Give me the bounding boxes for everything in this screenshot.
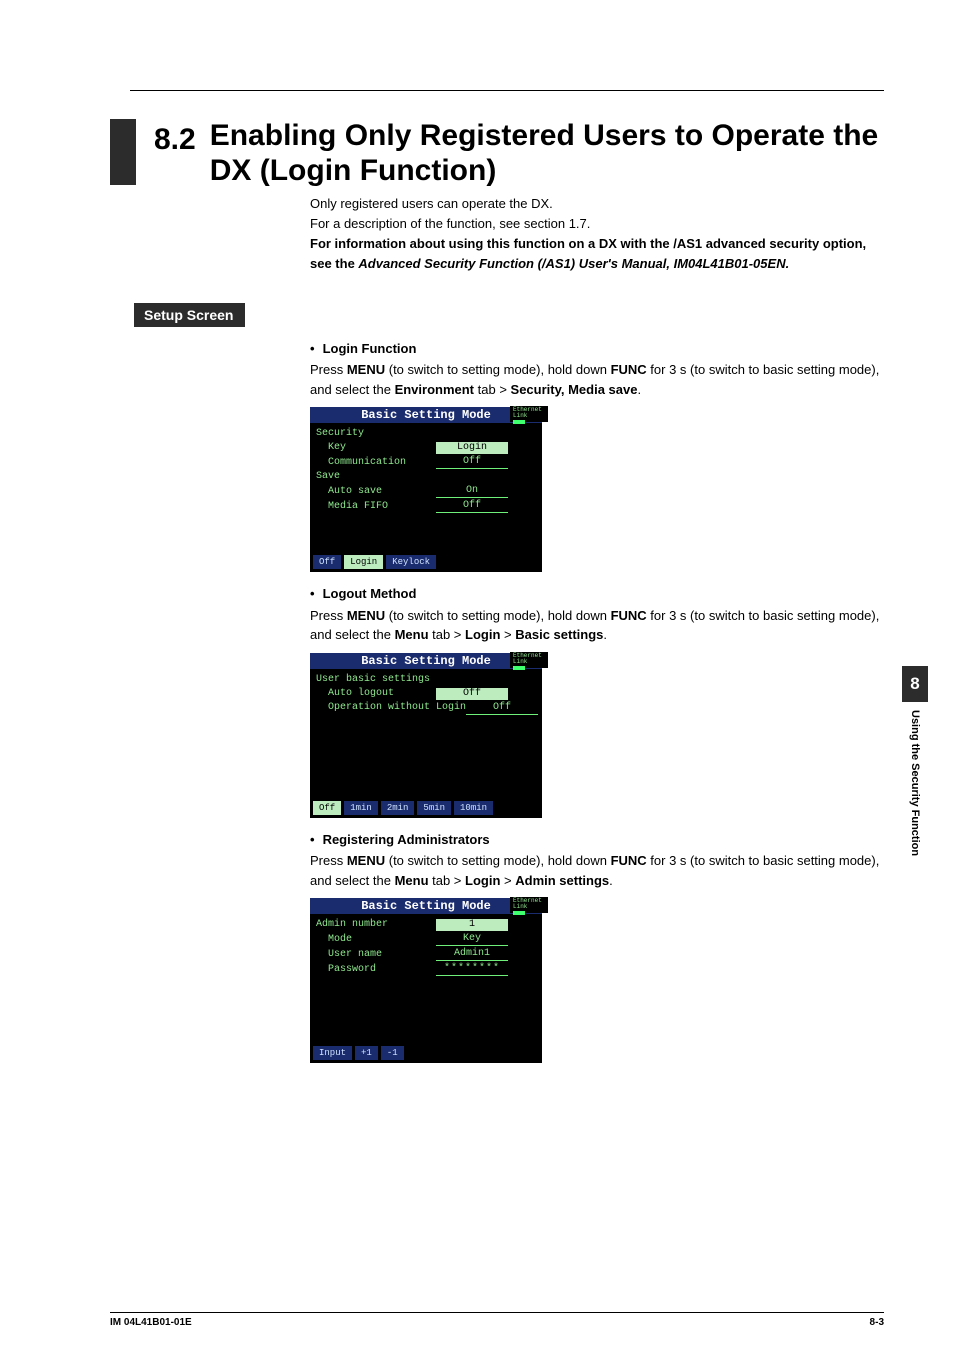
device-row: KeyLogin xyxy=(316,441,536,455)
softkey[interactable]: 1min xyxy=(344,801,378,815)
device-field-value: Login xyxy=(436,442,508,454)
device-row: Auto saveOn xyxy=(316,484,536,499)
device-row: ModeKey xyxy=(316,932,536,947)
logout-method-heading: Logout Method xyxy=(310,584,884,604)
device-title: Basic Setting Mode xyxy=(310,653,542,669)
device-field-label: Key xyxy=(316,442,436,454)
manual-id: IM 04L41B01-01E xyxy=(110,1317,192,1328)
intro-block: Only registered users can operate the DX… xyxy=(310,194,884,275)
device-screen-logout: Basic Setting Mode Ethernet Link User ba… xyxy=(310,653,542,818)
device-row: Media FIFOOff xyxy=(316,499,536,514)
device-row: Operation without LoginOff xyxy=(316,701,536,716)
device-field-value: ******** xyxy=(436,963,508,976)
softkey[interactable]: 10min xyxy=(454,801,493,815)
device-field-label: Operation without Login xyxy=(316,702,466,714)
device-field-label: Save xyxy=(316,471,436,483)
chapter-tab: 8 Using the Security Function xyxy=(902,666,928,856)
intro-p1: Only registered users can operate the DX… xyxy=(310,194,884,214)
heading-marker xyxy=(110,119,136,185)
device-title: Basic Setting Mode xyxy=(310,407,542,423)
screen-subtitle: User basic settings xyxy=(316,674,436,686)
section-title-line2: DX (Login Function) xyxy=(210,154,879,189)
device-field-value: Key xyxy=(436,933,508,946)
chapter-number: 8 xyxy=(902,666,928,702)
softkey[interactable]: +1 xyxy=(355,1046,378,1060)
device-field-label: Password xyxy=(316,964,436,976)
register-admin-heading: Registering Administrators xyxy=(310,830,884,850)
setup-screen-label: Setup Screen xyxy=(134,303,245,327)
logout-steps: Press MENU (to switch to setting mode), … xyxy=(310,606,884,645)
softkey[interactable]: -1 xyxy=(381,1046,404,1060)
device-row: Save xyxy=(316,470,536,484)
device-row: Admin number1 xyxy=(316,918,536,932)
section-title-line1: Enabling Only Registered Users to Operat… xyxy=(210,119,879,154)
page-number: 8-3 xyxy=(870,1317,884,1328)
device-row: CommunicationOff xyxy=(316,455,536,470)
login-steps: Press MENU (to switch to setting mode), … xyxy=(310,360,884,399)
softkey[interactable]: 2min xyxy=(381,801,415,815)
softkey[interactable]: Off xyxy=(313,801,341,815)
page-footer: IM 04L41B01-01E 8-3 xyxy=(110,1312,884,1328)
device-field-label: Security xyxy=(316,428,436,440)
device-field-label: Mode xyxy=(316,934,436,946)
device-screen-login: Basic Setting Mode Ethernet Link Securit… xyxy=(310,407,542,572)
softkey[interactable]: Off xyxy=(313,555,341,569)
device-field-label: Auto save xyxy=(316,486,436,498)
ethernet-indicator: Ethernet Link xyxy=(510,652,548,668)
chapter-label: Using the Security Function xyxy=(909,710,921,856)
device-row: Password******** xyxy=(316,962,536,977)
device-field-value: 1 xyxy=(436,919,508,931)
device-screen-admin: Basic Setting Mode Ethernet Link Admin n… xyxy=(310,898,542,1063)
admin-steps: Press MENU (to switch to setting mode), … xyxy=(310,851,884,890)
device-field-value: Off xyxy=(436,688,508,700)
device-row: Auto logoutOff xyxy=(316,687,536,701)
device-row: Security xyxy=(316,427,536,441)
device-field-label: Admin number xyxy=(316,919,436,931)
device-title: Basic Setting Mode xyxy=(310,898,542,914)
intro-p3: For information about using this functio… xyxy=(310,234,884,274)
device-field-value: Off xyxy=(436,456,508,469)
device-field-value: Off xyxy=(436,500,508,513)
softkey[interactable]: Keylock xyxy=(386,555,436,569)
intro-p2: For a description of the function, see s… xyxy=(310,214,884,234)
ethernet-indicator: Ethernet Link xyxy=(510,406,548,422)
softkey[interactable]: 5min xyxy=(417,801,451,815)
softkey[interactable]: Login xyxy=(344,555,383,569)
device-field-value: Off xyxy=(466,702,538,715)
device-field-label: Media FIFO xyxy=(316,501,436,513)
section-heading: 8.2 Enabling Only Registered Users to Op… xyxy=(110,119,884,188)
ethernet-indicator: Ethernet Link xyxy=(510,897,548,913)
device-field-label: Auto logout xyxy=(316,688,436,700)
device-field-label: User name xyxy=(316,949,436,961)
section-number: 8.2 xyxy=(154,119,196,156)
device-field-value: On xyxy=(436,485,508,498)
device-field-label: Communication xyxy=(316,457,436,469)
login-function-heading: Login Function xyxy=(310,339,884,359)
device-field-value: Admin1 xyxy=(436,948,508,961)
device-row: User nameAdmin1 xyxy=(316,947,536,962)
softkey[interactable]: Input xyxy=(313,1046,352,1060)
